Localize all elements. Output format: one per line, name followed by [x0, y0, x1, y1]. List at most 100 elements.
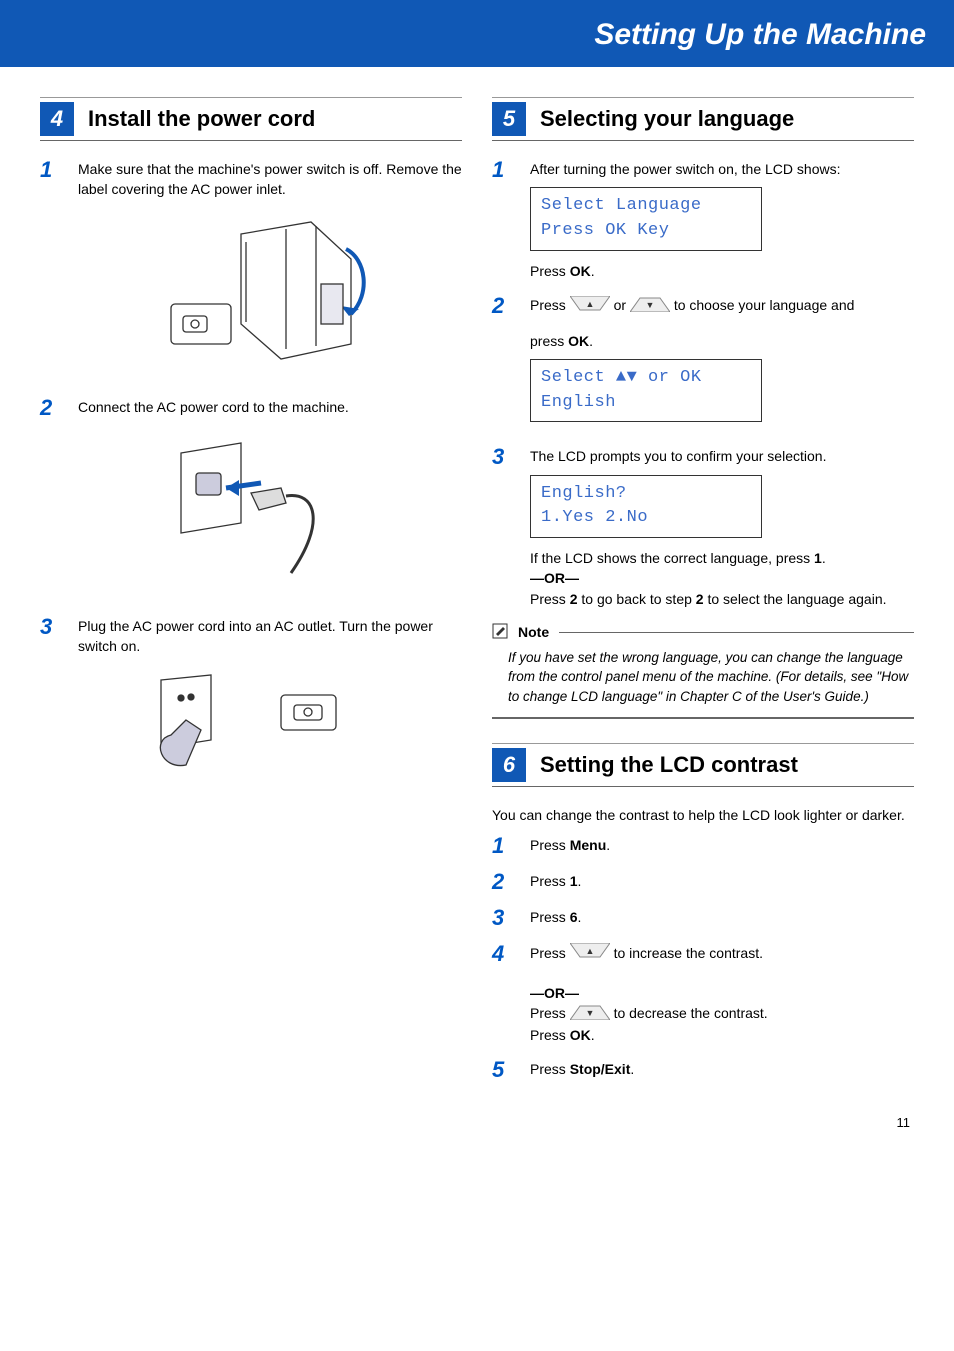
- left-column: 4 Install the power cord 1 Make sure tha…: [40, 97, 462, 1095]
- text: .: [606, 837, 610, 853]
- figure-plug-outlet: [40, 670, 462, 783]
- note-label: Note: [518, 624, 553, 640]
- step-text: Plug the AC power cord into an AC outlet…: [78, 616, 462, 657]
- up-arrow-key-icon: ▲: [570, 943, 610, 964]
- step-body: The LCD prompts you to confirm your sele…: [530, 446, 914, 608]
- note-header: Note: [492, 623, 914, 642]
- section-title: Install the power cord: [88, 106, 315, 132]
- step-text: Make sure that the machine's power switc…: [78, 159, 462, 200]
- text: Press: [530, 945, 570, 961]
- menu-key-label: Menu: [570, 837, 607, 853]
- step-number: 4: [492, 943, 530, 1045]
- step-text: Connect the AC power cord to the machine…: [78, 397, 462, 419]
- section-title: Setting the LCD contrast: [540, 752, 798, 778]
- text: Press: [530, 297, 570, 313]
- text: Press: [530, 873, 570, 889]
- step-body: Press ▲ or ▼ to choose your language and…: [530, 295, 914, 433]
- lcd-display: English? 1.Yes 2.No: [530, 475, 762, 538]
- text: to choose your language and: [674, 297, 855, 313]
- section-number-badge: 6: [492, 748, 526, 782]
- figure-connect-cord: [40, 433, 462, 596]
- section-title: Selecting your language: [540, 106, 794, 132]
- step-text: After turning the power switch on, the L…: [530, 161, 840, 177]
- text: Press: [530, 837, 570, 853]
- stop-exit-key-label: Stop/Exit: [570, 1061, 631, 1077]
- step-5-2: 2 Press ▲ or ▼ to choose your language a…: [492, 295, 914, 433]
- or-separator: —OR—: [530, 985, 579, 1001]
- text: to select the language again.: [704, 591, 887, 607]
- step-number: 3: [492, 907, 530, 929]
- step-5-3: 3 The LCD prompts you to confirm your se…: [492, 446, 914, 608]
- note-box: Note If you have set the wrong language,…: [492, 623, 914, 719]
- page-number: 11: [0, 1115, 954, 1154]
- svg-text:▲: ▲: [585, 299, 594, 309]
- step-body: Press Menu.: [530, 835, 914, 857]
- right-column: 5 Selecting your language 1 After turnin…: [492, 97, 914, 1095]
- section-6-header: 6 Setting the LCD contrast: [492, 743, 914, 787]
- lcd-display: Select Language Press OK Key: [530, 187, 762, 250]
- step-number: 5: [492, 1059, 530, 1081]
- section-number-badge: 4: [40, 102, 74, 136]
- step-ref: 2: [696, 591, 704, 607]
- step-4-2: 2 Connect the AC power cord to the machi…: [40, 397, 462, 419]
- step-body: Press ▲ to increase the contrast. —OR— P…: [530, 943, 914, 1045]
- step-5-1: 1 After turning the power switch on, the…: [492, 159, 914, 281]
- down-arrow-key-icon: ▼: [630, 296, 670, 317]
- step-number: 2: [492, 871, 530, 893]
- text: Press: [530, 1027, 570, 1043]
- step-6-3: 3 Press 6.: [492, 907, 914, 929]
- text: Press: [530, 909, 570, 925]
- up-arrow-key-icon: ▲: [570, 296, 610, 317]
- text: press: [530, 333, 568, 349]
- page-banner: Setting Up the Machine: [0, 0, 954, 67]
- text: or: [614, 297, 630, 313]
- text: The LCD prompts you to confirm your sele…: [530, 448, 826, 464]
- ok-key-label: OK: [570, 263, 591, 279]
- step-6-2: 2 Press 1.: [492, 871, 914, 893]
- down-arrow-key-icon: ▼: [570, 1004, 610, 1025]
- text: to increase the contrast.: [614, 945, 763, 961]
- step-number: 3: [492, 446, 530, 608]
- step-number: 3: [40, 616, 78, 657]
- note-body: If you have set the wrong language, you …: [492, 642, 914, 717]
- ok-key-label: OK: [568, 333, 589, 349]
- section-number-badge: 5: [492, 102, 526, 136]
- or-separator: —OR—: [530, 570, 579, 586]
- lcd-display: Select ▲▼ or OK English: [530, 359, 762, 422]
- text: Press: [530, 1005, 570, 1021]
- figure-power-inlet: [40, 214, 462, 377]
- section-5-header: 5 Selecting your language: [492, 97, 914, 141]
- step-body: After turning the power switch on, the L…: [530, 159, 914, 281]
- section-6-intro: You can change the contrast to help the …: [492, 805, 914, 825]
- step-6-1: 1 Press Menu.: [492, 835, 914, 857]
- note-pencil-icon: [492, 623, 512, 642]
- text: Press: [530, 591, 570, 607]
- key-1-label: 1: [814, 550, 822, 566]
- svg-text:▼: ▼: [585, 1008, 594, 1018]
- ok-key-label: OK: [570, 1027, 591, 1043]
- section-4-header: 4 Install the power cord: [40, 97, 462, 141]
- svg-text:▼: ▼: [645, 300, 654, 310]
- step-body: Press 1.: [530, 871, 914, 893]
- text: to decrease the contrast.: [614, 1005, 768, 1021]
- text: to go back to step: [577, 591, 695, 607]
- text: .: [630, 1061, 634, 1077]
- step-4-3: 3 Plug the AC power cord into an AC outl…: [40, 616, 462, 657]
- step-number: 1: [492, 835, 530, 857]
- text: .: [577, 909, 581, 925]
- step-body: Press Stop/Exit.: [530, 1059, 914, 1081]
- page-content: 4 Install the power cord 1 Make sure tha…: [0, 67, 954, 1115]
- step-6-4: 4 Press ▲ to increase the contrast. —OR—…: [492, 943, 914, 1045]
- step-number: 1: [40, 159, 78, 200]
- text: .: [591, 1027, 595, 1043]
- text: If the LCD shows the correct language, p…: [530, 550, 814, 566]
- step-number: 2: [492, 295, 530, 433]
- step-number: 1: [492, 159, 530, 281]
- press-label: Press: [530, 263, 570, 279]
- step-4-1: 1 Make sure that the machine's power swi…: [40, 159, 462, 200]
- svg-text:▲: ▲: [585, 946, 594, 956]
- step-body: Press 6.: [530, 907, 914, 929]
- text: .: [577, 873, 581, 889]
- divider: [559, 632, 914, 633]
- text: Press: [530, 1061, 570, 1077]
